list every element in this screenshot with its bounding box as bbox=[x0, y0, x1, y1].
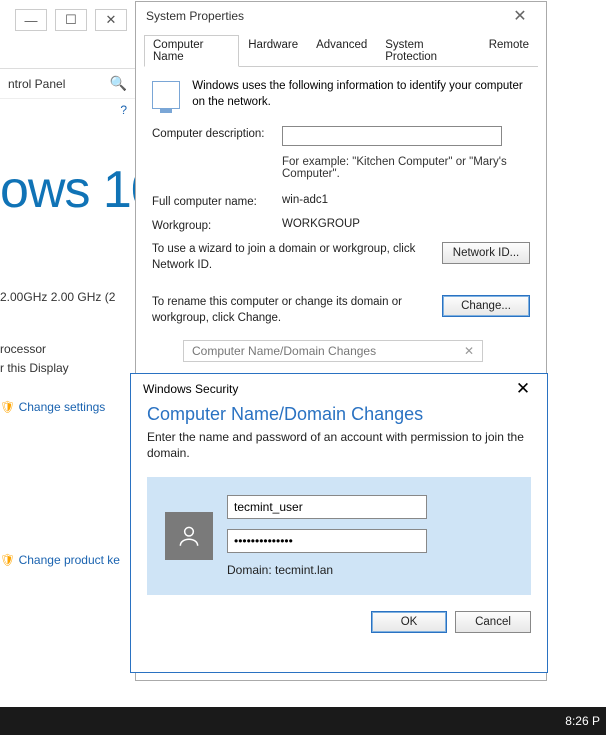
ok-button[interactable]: OK bbox=[371, 611, 447, 633]
fullname-label: Full computer name: bbox=[152, 194, 272, 208]
tab-hardware[interactable]: Hardware bbox=[239, 35, 307, 67]
security-heading: Computer Name/Domain Changes bbox=[147, 404, 531, 425]
tab-advanced[interactable]: Advanced bbox=[307, 35, 376, 67]
change-product-key-link[interactable]: Change product ke bbox=[19, 553, 120, 567]
shield-icon: 🛡 bbox=[0, 400, 15, 414]
description-label: Computer description: bbox=[152, 126, 272, 140]
tab-computer-name[interactable]: Computer Name bbox=[144, 35, 239, 67]
security-prompt: Enter the name and password of an accoun… bbox=[147, 429, 531, 461]
change-text: To rename this computer or change its do… bbox=[152, 295, 430, 326]
domain-changes-titlebar: Computer Name/Domain Changes ✕ bbox=[183, 340, 483, 362]
close-icon[interactable]: ✕ bbox=[464, 344, 474, 358]
computer-description-input[interactable] bbox=[282, 126, 502, 146]
security-dialog-title: Windows Security bbox=[143, 382, 238, 396]
tab-system-protection[interactable]: System Protection bbox=[376, 35, 479, 67]
dialog-title: System Properties bbox=[146, 9, 244, 23]
user-icon bbox=[165, 512, 213, 560]
tab-bar: Computer Name Hardware Advanced System P… bbox=[144, 34, 538, 67]
description-hint: For example: "Kitchen Computer" or "Mary… bbox=[282, 156, 530, 180]
network-id-button[interactable]: Network ID... bbox=[442, 242, 530, 264]
intro-text: Windows uses the following information t… bbox=[192, 79, 530, 110]
search-icon[interactable]: 🔍 bbox=[110, 75, 127, 92]
cpu-info: 2.00GHz 2.00 GHz (2 bbox=[0, 290, 115, 304]
windows-security-dialog: Windows Security ✕ Computer Name/Domain … bbox=[130, 373, 548, 673]
workgroup-value: WORKGROUP bbox=[282, 218, 360, 230]
cancel-button[interactable]: Cancel bbox=[455, 611, 531, 633]
taskbar[interactable]: 8:26 P bbox=[0, 707, 606, 735]
fullname-value: win-adc1 bbox=[282, 194, 328, 206]
password-input[interactable] bbox=[227, 529, 427, 553]
display-label: r this Display bbox=[0, 359, 120, 378]
tab-remote[interactable]: Remote bbox=[480, 35, 538, 67]
change-settings-link[interactable]: Change settings bbox=[19, 400, 106, 414]
workgroup-label: Workgroup: bbox=[152, 218, 272, 232]
computer-icon bbox=[152, 81, 180, 109]
minimize-button[interactable]: — bbox=[15, 9, 47, 31]
help-icon[interactable]: ? bbox=[0, 99, 135, 121]
processor-label: rocessor bbox=[0, 340, 120, 359]
close-icon[interactable]: ✕ bbox=[503, 377, 543, 401]
change-button[interactable]: Change... bbox=[442, 295, 530, 317]
clock: 8:26 P bbox=[565, 714, 600, 728]
breadcrumb: ntrol Panel bbox=[8, 77, 65, 91]
networkid-text: To use a wizard to join a domain or work… bbox=[152, 242, 430, 273]
close-button[interactable]: ✕ bbox=[95, 9, 127, 31]
domain-changes-title: Computer Name/Domain Changes bbox=[192, 344, 376, 358]
shield-icon: 🛡 bbox=[0, 553, 15, 567]
close-icon[interactable]: ✕ bbox=[500, 5, 540, 27]
username-input[interactable] bbox=[227, 495, 427, 519]
domain-line: Domain: tecmint.lan bbox=[227, 563, 513, 577]
maximize-button[interactable]: ☐ bbox=[55, 9, 87, 31]
